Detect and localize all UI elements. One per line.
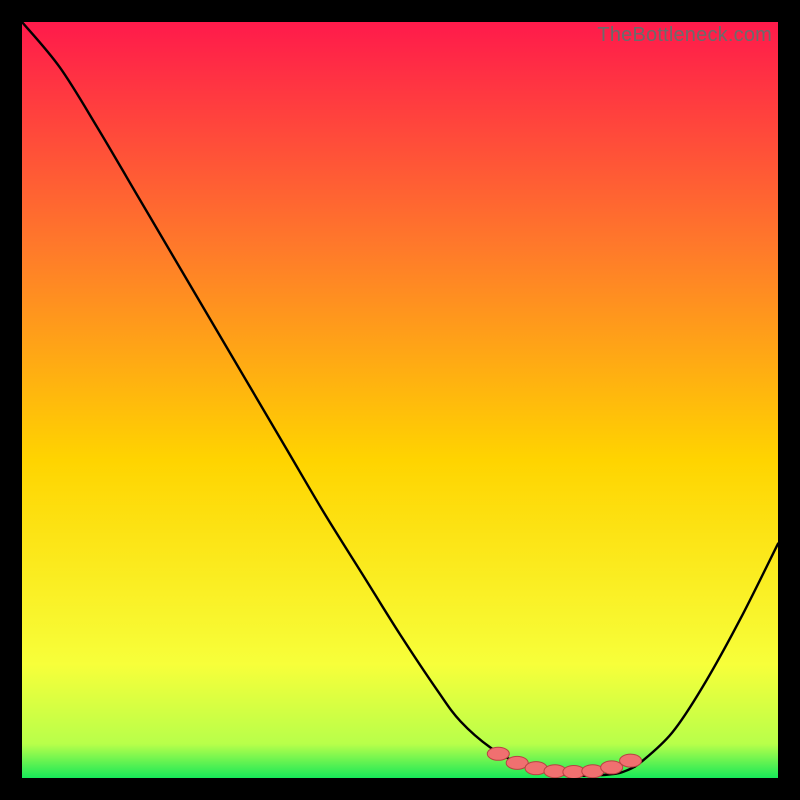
chart-frame: TheBottleneck.com <box>22 22 778 778</box>
optimal-marker <box>601 761 623 774</box>
optimal-marker <box>620 754 642 767</box>
gradient-background <box>22 22 778 778</box>
watermark-text: TheBottleneck.com <box>597 24 772 47</box>
optimal-marker <box>487 747 509 760</box>
bottleneck-chart <box>22 22 778 778</box>
